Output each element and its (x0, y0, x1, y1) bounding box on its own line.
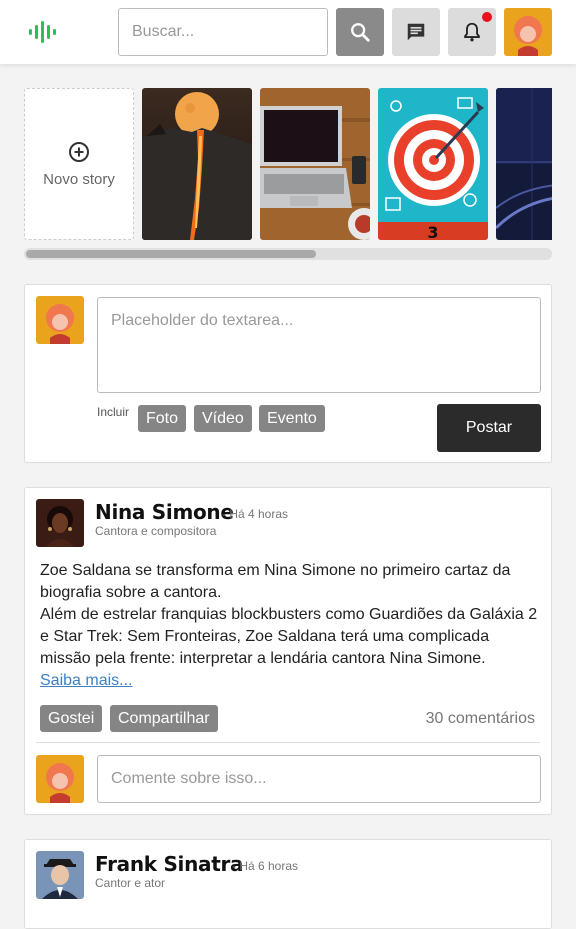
author-avatar[interactable] (36, 499, 84, 547)
post-time: - Há 4 horas (222, 507, 289, 521)
post-card: Frank Sinatra - Há 6 horas Cantor e ator (24, 839, 552, 929)
story-laptop-desk[interactable] (260, 88, 370, 240)
attach-video-button[interactable]: Vídeo (194, 405, 252, 432)
message-icon (407, 23, 425, 41)
avatar[interactable] (504, 8, 552, 56)
notifications-button[interactable] (448, 8, 496, 56)
author-role: Cantora e compositora (95, 524, 217, 538)
share-button[interactable]: Compartilhar (110, 705, 218, 732)
author-name[interactable]: Frank Sinatra (95, 852, 244, 876)
search-input[interactable] (118, 8, 328, 56)
post-text: Zoe Saldana se transforma em Nina Simone… (40, 562, 538, 667)
stories-carousel: Novo story 3 (24, 88, 552, 240)
messages-button[interactable] (392, 8, 440, 56)
comments-count[interactable]: 30 comentários (426, 710, 535, 728)
author-avatar[interactable] (36, 851, 84, 899)
author-name[interactable]: Nina Simone (95, 500, 234, 524)
stories-scrollbar[interactable] (24, 248, 552, 260)
post-body: Zoe Saldana se transforma em Nina Simone… (40, 560, 542, 692)
bell-icon (464, 22, 480, 42)
search-button[interactable] (336, 8, 384, 56)
read-more-link[interactable]: Saiba mais... (40, 672, 132, 689)
avatar (36, 296, 84, 344)
story-target[interactable]: 3 (378, 88, 488, 240)
divider (36, 742, 540, 743)
story-target-label: 3 (427, 223, 438, 240)
stories-scrollbar-thumb[interactable] (26, 250, 316, 258)
notification-badge (482, 12, 492, 22)
new-story-button[interactable]: Novo story (24, 88, 134, 240)
comment-input[interactable] (97, 755, 541, 803)
post-composer: Incluir Foto Vídeo Evento Postar (24, 284, 552, 463)
search-icon (351, 23, 370, 42)
like-button[interactable]: Gostei (40, 705, 103, 732)
include-label: Incluir (97, 405, 130, 419)
post-card: Nina Simone - Há 4 horas Cantora e compo… (24, 487, 552, 815)
post-button[interactable]: Postar (437, 404, 541, 452)
add-circle-icon (69, 141, 89, 162)
attach-photo-button[interactable]: Foto (138, 405, 187, 432)
author-role: Cantor e ator (95, 876, 166, 890)
top-bar (0, 0, 576, 64)
attach-event-button[interactable]: Evento (259, 405, 325, 432)
logo-soundwave-icon[interactable] (28, 20, 56, 44)
post-textarea[interactable] (97, 297, 541, 393)
post-time: - Há 6 horas (232, 859, 299, 873)
story-dark-abstract[interactable] (496, 88, 552, 240)
story-moon-waterfall[interactable] (142, 88, 252, 240)
new-story-label: Novo story (43, 170, 115, 188)
avatar (36, 755, 84, 803)
